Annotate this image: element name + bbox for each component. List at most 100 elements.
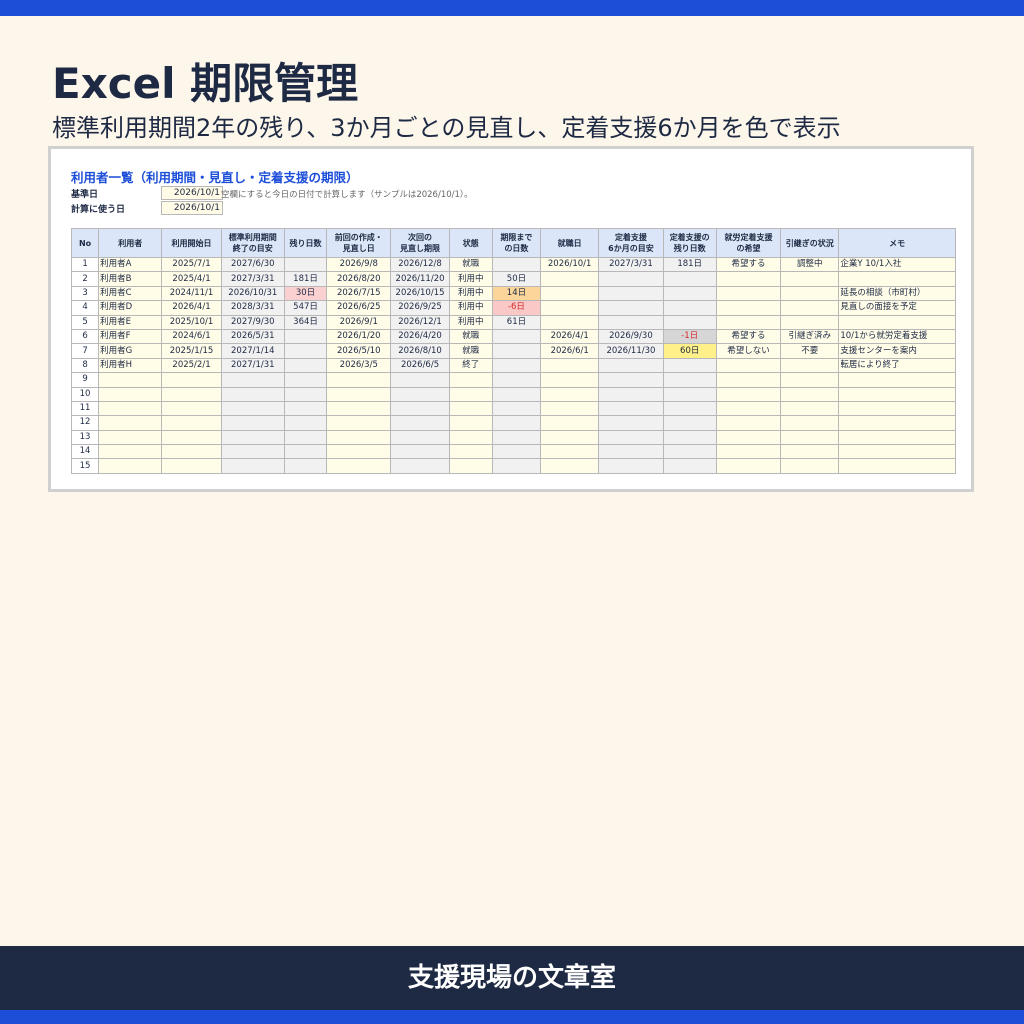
table-cell[interactable]: 2028/3/31 (220, 300, 285, 316)
table-cell[interactable] (662, 300, 717, 316)
table-cell[interactable] (283, 415, 328, 431)
table-cell[interactable] (598, 372, 664, 388)
table-cell[interactable] (838, 415, 956, 431)
table-cell[interactable] (540, 271, 600, 287)
table-cell[interactable]: 2026/8/20 (326, 271, 392, 287)
base-date-input[interactable]: 2026/10/1 (161, 186, 223, 200)
table-cell[interactable]: 希望しない (715, 343, 782, 359)
table-cell[interactable] (598, 458, 664, 474)
table-cell[interactable]: 支援センターを案内 (838, 343, 956, 359)
table-cell[interactable]: 2026/5/10 (326, 343, 392, 359)
table-cell[interactable]: 転居により終了 (838, 357, 956, 374)
table-cell[interactable] (780, 300, 840, 316)
table-cell[interactable]: 2026/6/1 (540, 343, 600, 359)
table-cell[interactable]: 利用者B (98, 271, 163, 287)
table-cell[interactable]: 利用中 (448, 285, 493, 302)
table-cell[interactable] (838, 386, 956, 402)
table-cell[interactable]: 2026/10/31 (220, 285, 285, 302)
table-cell[interactable] (780, 314, 840, 330)
table-cell[interactable] (283, 386, 328, 402)
table-cell[interactable]: 利用中 (448, 314, 493, 330)
table-cell[interactable] (491, 444, 542, 460)
table-cell[interactable] (390, 444, 450, 460)
table-cell[interactable] (838, 400, 956, 417)
row-number-cell[interactable]: 6 (70, 328, 100, 345)
table-cell[interactable] (780, 357, 840, 374)
table-cell[interactable] (98, 400, 163, 417)
table-cell[interactable] (662, 285, 717, 302)
table-cell[interactable]: 利用者F (98, 328, 163, 345)
table-cell[interactable]: 2025/7/1 (161, 256, 222, 273)
table-cell[interactable]: 2026/1/20 (326, 328, 392, 345)
column-header[interactable]: 残り日数 (283, 228, 328, 258)
column-header[interactable]: 期限まで の日数 (491, 228, 542, 258)
column-header[interactable]: 次回の 見直し期限 (390, 228, 450, 258)
table-cell[interactable] (161, 458, 222, 474)
table-cell[interactable] (662, 458, 717, 474)
row-number-cell[interactable]: 10 (70, 386, 100, 402)
table-cell[interactable]: 30日 (283, 285, 328, 302)
table-cell[interactable] (326, 386, 392, 402)
table-cell[interactable] (491, 372, 542, 388)
row-number-cell[interactable]: 7 (70, 343, 100, 359)
row-number-cell[interactable]: 3 (70, 285, 100, 302)
table-cell[interactable] (491, 357, 542, 374)
table-cell[interactable] (540, 314, 600, 330)
table-cell[interactable] (448, 444, 493, 460)
table-cell[interactable]: 調整中 (780, 256, 840, 273)
table-cell[interactable] (715, 314, 782, 330)
table-cell[interactable] (838, 314, 956, 330)
table-cell[interactable] (540, 458, 600, 474)
table-cell[interactable] (390, 386, 450, 402)
table-cell[interactable] (491, 256, 542, 273)
table-cell[interactable] (283, 372, 328, 388)
table-cell[interactable]: 利用中 (448, 271, 493, 287)
table-cell[interactable] (283, 444, 328, 460)
table-cell[interactable] (780, 415, 840, 431)
table-cell[interactable]: 就職 (448, 256, 493, 273)
column-header[interactable]: 状態 (448, 228, 493, 258)
table-cell[interactable] (283, 400, 328, 417)
column-header[interactable]: 就労定着支援 の希望 (715, 228, 782, 258)
table-cell[interactable]: 就職 (448, 328, 493, 345)
table-cell[interactable] (98, 429, 163, 446)
table-cell[interactable] (448, 415, 493, 431)
table-cell[interactable]: 2026/4/1 (161, 300, 222, 316)
table-cell[interactable] (283, 328, 328, 345)
table-cell[interactable]: 2027/6/30 (220, 256, 285, 273)
table-cell[interactable] (283, 343, 328, 359)
row-number-cell[interactable]: 13 (70, 429, 100, 446)
table-cell[interactable] (161, 429, 222, 446)
table-cell[interactable]: 60日 (662, 343, 717, 359)
table-cell[interactable] (715, 400, 782, 417)
column-header[interactable]: 前回の作成・ 見直し日 (326, 228, 392, 258)
column-header[interactable]: メモ (838, 228, 956, 258)
table-cell[interactable]: 2025/1/15 (161, 343, 222, 359)
table-cell[interactable] (491, 458, 542, 474)
table-cell[interactable]: 利用者G (98, 343, 163, 359)
table-cell[interactable] (326, 372, 392, 388)
row-number-cell[interactable]: 1 (70, 256, 100, 273)
table-cell[interactable] (780, 386, 840, 402)
table-cell[interactable] (598, 271, 664, 287)
table-cell[interactable]: 2026/8/10 (390, 343, 450, 359)
table-cell[interactable] (838, 372, 956, 388)
table-cell[interactable]: 見直しの面接を予定 (838, 300, 956, 316)
table-cell[interactable] (491, 328, 542, 345)
table-cell[interactable] (780, 271, 840, 287)
table-cell[interactable] (491, 400, 542, 417)
row-number-cell[interactable]: 11 (70, 400, 100, 417)
table-cell[interactable] (715, 285, 782, 302)
table-cell[interactable] (283, 256, 328, 273)
table-cell[interactable]: 50日 (491, 271, 542, 287)
table-cell[interactable]: 2027/3/31 (598, 256, 664, 273)
row-number-cell[interactable]: 15 (70, 458, 100, 474)
table-cell[interactable] (390, 400, 450, 417)
table-cell[interactable] (598, 386, 664, 402)
table-cell[interactable]: 延長の相談（市町村） (838, 285, 956, 302)
table-cell[interactable] (838, 271, 956, 287)
table-cell[interactable]: 利用者A (98, 256, 163, 273)
row-number-cell[interactable]: 5 (70, 314, 100, 330)
table-cell[interactable]: -1日 (662, 328, 717, 345)
table-cell[interactable]: 181日 (662, 256, 717, 273)
